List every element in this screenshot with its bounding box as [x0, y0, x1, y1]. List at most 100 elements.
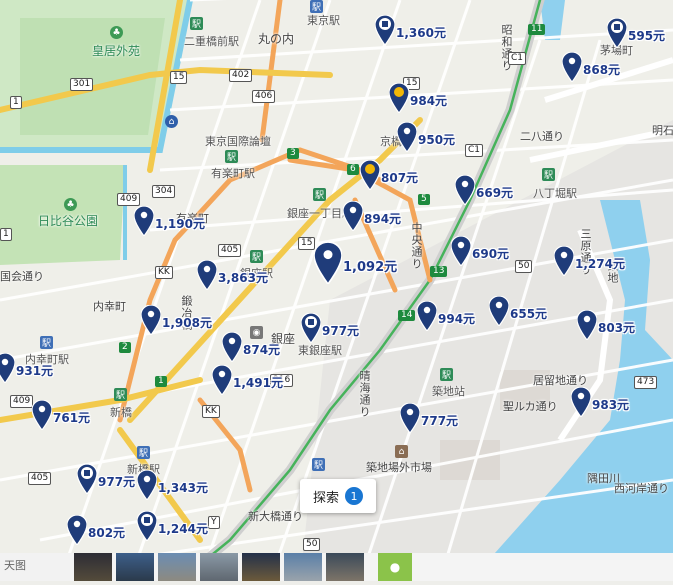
photo-thumbnail[interactable] — [74, 553, 112, 581]
map-type-toggle[interactable]: 天图 — [0, 553, 70, 581]
road-shield: 402 — [229, 69, 253, 82]
photo-strip[interactable]: ● — [0, 553, 673, 581]
road-shield: C1 — [508, 52, 527, 65]
listing-price: 983元 — [592, 398, 630, 412]
road-shield: 50 — [303, 538, 321, 551]
place-label: 築地站 — [432, 385, 465, 398]
road-shield: 304 — [152, 185, 176, 198]
result-count-badge: 1 — [345, 487, 363, 505]
place-label: 皇居外苑 — [92, 44, 141, 58]
photo-thumbnail[interactable] — [242, 553, 280, 581]
pin-icon — [222, 332, 242, 362]
pin-icon — [67, 515, 87, 545]
photo-thumbnail[interactable]: ● — [378, 553, 412, 581]
photo-thumbnail[interactable] — [326, 553, 364, 581]
road-shield: 50 — [515, 260, 533, 273]
pin-icon — [400, 403, 420, 433]
photo-thumbnail[interactable] — [116, 553, 154, 581]
expressway-shield: 14 — [398, 310, 416, 321]
pin-icon — [397, 122, 417, 152]
pin-icon — [212, 365, 232, 395]
road-shield: Y — [208, 516, 220, 529]
building-pin-icon — [137, 511, 157, 541]
building-pin-icon — [375, 15, 395, 45]
place-label: 日比谷公園 — [38, 214, 99, 228]
listing-price: 595元 — [628, 29, 666, 43]
place-label: 八丁堀駅 — [533, 187, 577, 200]
road-shield: KK — [202, 405, 220, 418]
place-label: 丸の内 — [258, 32, 295, 46]
listing-price: 1,244元 — [158, 522, 208, 536]
place-label: 東銀座駅 — [298, 344, 342, 357]
photo-thumbnail[interactable] — [284, 553, 322, 581]
road-label: 新大橋通り — [248, 510, 303, 523]
map-type-label: 天图 — [4, 559, 26, 572]
station-icon: 駅 — [542, 168, 555, 181]
pin-icon — [554, 246, 574, 276]
place-label: 明石町 — [652, 124, 673, 137]
pin-icon — [197, 260, 217, 290]
station-icon: 駅 — [225, 150, 238, 163]
search-button[interactable]: 探索 1 — [300, 479, 376, 513]
pin-icon — [455, 175, 475, 205]
place-label: 東京国際論壇 — [205, 135, 271, 148]
road-label: 晴海通り — [358, 370, 371, 418]
station-icon: 駅 — [114, 388, 127, 401]
listing-price: 1,190元 — [155, 217, 205, 231]
expressway-shield: 6 — [347, 164, 359, 175]
road-label: 西河岸通り — [614, 482, 669, 495]
listing-price: 3,863元 — [218, 271, 268, 285]
listing-price: 977元 — [98, 475, 136, 489]
expressway-shield: 2 — [119, 342, 131, 353]
road-shield: 1 — [10, 96, 22, 109]
listing-price: 950元 — [418, 133, 456, 147]
listing-price: 690元 — [472, 247, 510, 261]
station-icon: 駅 — [190, 17, 203, 30]
listing-price: 807元 — [381, 171, 419, 185]
place-label: 内幸町 — [93, 300, 126, 313]
road-label: 聖ルカ通り — [503, 400, 558, 413]
pin-icon — [343, 201, 363, 231]
listing-price: 803元 — [598, 321, 636, 335]
road-shield: 15 — [298, 237, 316, 250]
listing-price: 984元 — [410, 94, 448, 108]
pin-icon — [562, 52, 582, 82]
pin-icon — [489, 296, 509, 326]
location-icon: ● — [389, 560, 401, 574]
road-shield: C1 — [465, 144, 484, 157]
rail-station-icon: 駅 — [40, 336, 53, 349]
station-icon: 駅 — [440, 368, 453, 381]
road-shield: 405 — [28, 472, 52, 485]
shop-icon: ⌂ — [395, 445, 408, 458]
road-shield: 406 — [252, 90, 276, 103]
tree-icon: ♣ — [64, 198, 77, 211]
museum-icon: ⌂ — [165, 115, 178, 128]
road-shield: 301 — [70, 78, 94, 91]
camera-icon: ◉ — [250, 326, 263, 339]
road-label: 居留地通り — [533, 374, 588, 387]
selected-pin-icon — [314, 242, 342, 284]
listing-price: 1,274元 — [575, 257, 625, 271]
station-icon: 駅 — [250, 250, 263, 263]
rail-station-icon: 駅 — [137, 446, 150, 459]
active-pin-icon — [360, 160, 380, 190]
expressway-shield: 13 — [430, 266, 448, 277]
expressway-shield: 1 — [155, 376, 167, 387]
road-shield: 473 — [634, 376, 658, 389]
pin-icon — [137, 470, 157, 500]
photo-thumbnail[interactable] — [158, 553, 196, 581]
pin-icon — [451, 236, 471, 266]
place-label: 東京駅 — [307, 14, 340, 27]
road-shield: 405 — [218, 244, 242, 257]
road-shield: 409 — [117, 193, 141, 206]
listing-price: 931元 — [16, 364, 54, 378]
listing-price: 655元 — [510, 307, 548, 321]
pin-icon — [577, 310, 597, 340]
road-shield: KK — [155, 266, 173, 279]
expressway-shield: 3 — [287, 148, 299, 159]
place-label: 二重橋前駅 — [184, 35, 239, 48]
listing-price: 868元 — [583, 63, 621, 77]
pin-icon — [32, 400, 52, 430]
photo-thumbnail[interactable] — [200, 553, 238, 581]
active-pin-icon — [389, 83, 409, 113]
